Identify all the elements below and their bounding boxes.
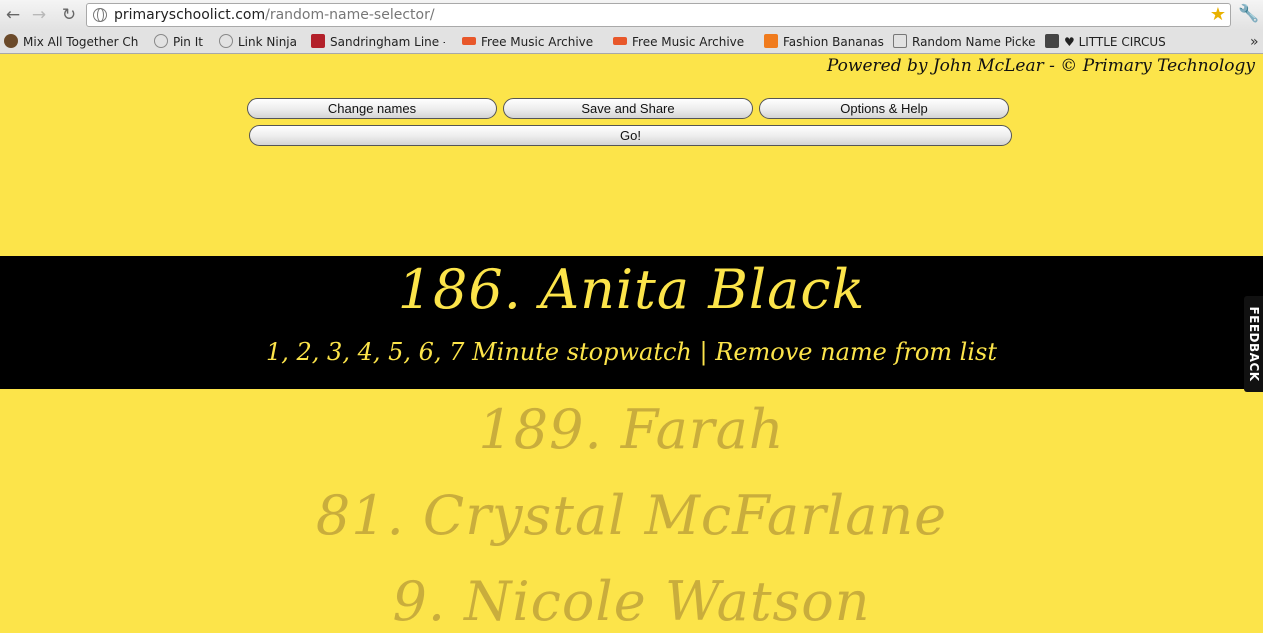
link-separator: | xyxy=(699,338,708,366)
bookmarks-overflow-icon[interactable]: » xyxy=(1250,33,1259,51)
url-text[interactable]: primaryschoolict.com/random-name-selecto… xyxy=(114,7,435,23)
bookmark-favicon-icon xyxy=(613,37,627,45)
bookmark-label: Pin It xyxy=(173,35,203,49)
bookmark-favicon-icon xyxy=(1045,34,1059,48)
bookmark-item[interactable]: Sandringham Line - xyxy=(311,33,445,51)
bookmark-label: Random Name Picker xyxy=(912,35,1035,49)
bookmark-label: Fashion Bananas xyxy=(783,35,884,49)
selected-name: 186. Anita Black xyxy=(397,258,866,321)
address-bar[interactable]: primaryschoolict.com/random-name-selecto… xyxy=(86,3,1231,27)
globe-icon xyxy=(219,34,233,48)
bookmark-label: Link Ninja xyxy=(238,35,297,49)
powered-by-credit[interactable]: Powered by John McLear - © Primary Techn… xyxy=(827,56,1255,76)
url-domain: primaryschoolict.com xyxy=(114,7,266,23)
previous-name: 81. Crystal McFarlane xyxy=(315,484,948,547)
options-help-button[interactable]: Options & Help xyxy=(759,98,1009,119)
wrench-icon[interactable]: 🔧 xyxy=(1238,3,1259,25)
bookmark-label: Mix All Together Ch xyxy=(23,35,138,49)
previous-name: 9. Nicole Watson xyxy=(392,570,871,633)
bookmark-item[interactable]: Link Ninja xyxy=(219,33,299,51)
stopwatch-link[interactable]: 1, 2, 3, 4, 5, 6, 7 Minute stopwatch xyxy=(266,338,692,366)
globe-icon xyxy=(154,34,168,48)
bookmark-item[interactable]: Pin It xyxy=(154,33,209,51)
bookmark-item[interactable]: Free Music Archive xyxy=(462,33,596,51)
globe-icon xyxy=(93,8,107,22)
bookmark-item[interactable]: Free Music Archive xyxy=(613,33,747,51)
forward-arrow-icon[interactable]: → xyxy=(28,4,50,26)
bookmark-label: Free Music Archive xyxy=(481,35,594,49)
bookmarks-bar: Mix All Together Ch Pin It Link Ninja Sa… xyxy=(0,30,1263,54)
action-links: 1, 2, 3, 4, 5, 6, 7 Minute stopwatch | R… xyxy=(0,338,1263,366)
browser-toolbar: ← → ↻ primaryschoolict.com/random-name-s… xyxy=(0,0,1263,30)
url-path: /random-name-selector/ xyxy=(265,7,435,23)
remove-name-link[interactable]: Remove name from list xyxy=(715,338,997,366)
bookmark-favicon-icon xyxy=(462,37,476,45)
previous-name: 189. Farah xyxy=(478,398,785,461)
go-button[interactable]: Go! xyxy=(249,125,1012,146)
bookmark-item[interactable]: Mix All Together Ch xyxy=(4,33,138,51)
bookmark-item[interactable]: ♥ LITTLE CIRCUS DE xyxy=(1045,33,1167,51)
bookmark-item[interactable]: Fashion Bananas xyxy=(764,33,884,51)
bookmark-label: Sandringham Line - xyxy=(330,35,445,49)
bookmark-label: ♥ LITTLE CIRCUS DE xyxy=(1064,35,1167,49)
bookmark-favicon-icon xyxy=(4,34,18,48)
reload-icon[interactable]: ↻ xyxy=(58,4,80,26)
back-arrow-icon[interactable]: ← xyxy=(2,4,24,26)
bookmark-favicon-icon xyxy=(893,34,907,48)
bookmark-label: Free Music Archive xyxy=(632,35,745,49)
bookmark-star-icon[interactable]: ★ xyxy=(1210,4,1226,26)
bookmark-favicon-icon xyxy=(311,34,325,48)
feedback-label: FEEDBACK xyxy=(1246,306,1261,382)
save-and-share-button[interactable]: Save and Share xyxy=(503,98,753,119)
change-names-button[interactable]: Change names xyxy=(247,98,497,119)
feedback-tab[interactable]: FEEDBACK xyxy=(1244,296,1263,392)
blogger-icon xyxy=(764,34,778,48)
bookmark-item[interactable]: Random Name Picker xyxy=(893,33,1035,51)
